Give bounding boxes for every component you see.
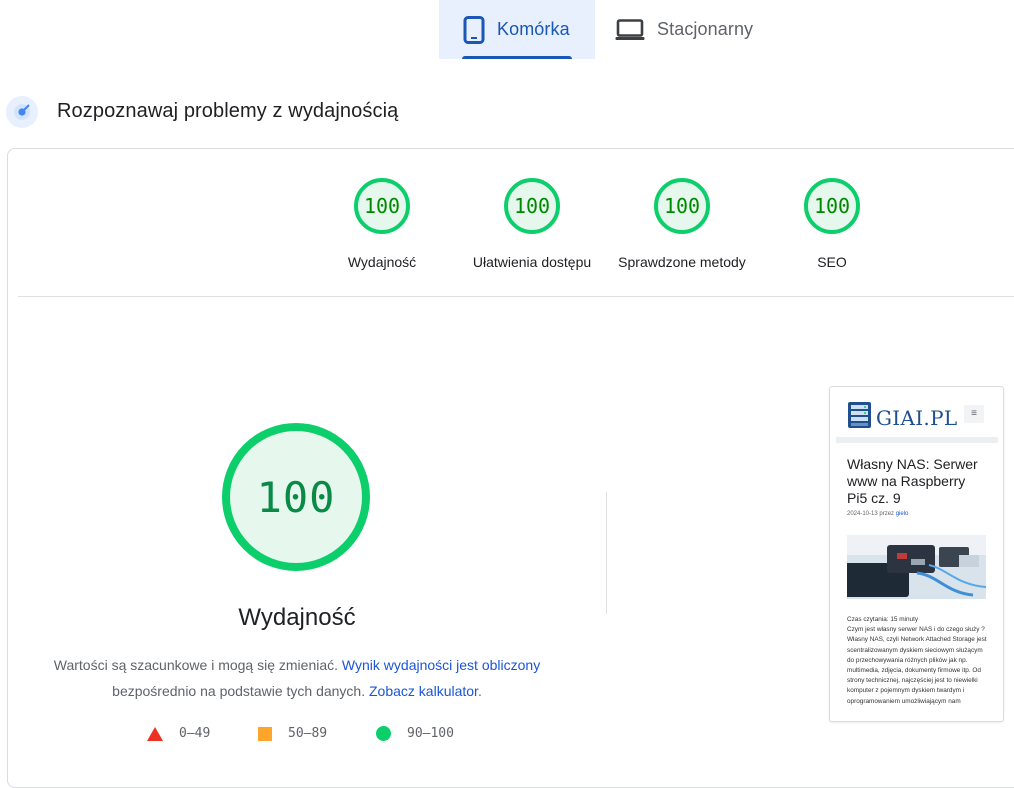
menu-icon: ≡ — [964, 405, 984, 423]
score-value: 100 — [363, 194, 401, 218]
legend-item-pass: 90–100 — [376, 726, 454, 741]
tab-desktop[interactable]: Stacjonarny — [595, 0, 765, 59]
score-value: 100 — [813, 194, 851, 218]
vertical-divider — [606, 492, 607, 614]
page-screenshot-preview[interactable]: GIAI.PL ≡ Własny NAS: Serwer www na Rasp… — [829, 386, 1004, 722]
average-square-icon — [258, 726, 272, 741]
score-value: 100 — [513, 194, 551, 218]
active-tab-indicator — [462, 56, 572, 59]
gauge-label: Wydajność — [347, 254, 417, 270]
legend-range: 50–89 — [288, 726, 328, 741]
calculator-link[interactable]: Zobacz kalkulator — [369, 683, 478, 699]
device-tabs: Komórka Stacjonarny — [439, 0, 765, 59]
post-date: 2024-10-13 przez — [847, 511, 895, 517]
section-title: Rozpoznawaj problemy z wydajnością — [57, 100, 399, 122]
excerpt-text: Czym jest własny serwer NAS i do czego s… — [847, 626, 987, 705]
score-ring: 100 — [804, 178, 860, 234]
site-name: GIAI.PL — [876, 405, 958, 430]
score-ring: 100 — [654, 178, 710, 234]
gauge-seo[interactable]: 100 SEO — [747, 178, 917, 270]
description-text: bezpośrednio na podstawie tych danych. — [112, 683, 369, 699]
performance-score-ring: 100 — [222, 423, 370, 571]
gauge-label: Sprawdzone metody — [618, 254, 746, 270]
tab-mobile-label: Komórka — [497, 19, 570, 39]
score-value: 100 — [663, 194, 701, 218]
post-excerpt: Czas czytania: 15 minuty Czym jest własn… — [847, 615, 991, 707]
site-logo: GIAI.PL — [847, 401, 957, 434]
pass-circle-icon — [376, 726, 391, 741]
header-band — [836, 437, 998, 443]
score-ring: 100 — [504, 178, 560, 234]
post-meta: 2024-10-13 przez gielo — [847, 511, 908, 517]
reading-time: Czas czytania: 15 minuty — [847, 616, 919, 623]
gauge-label: SEO — [817, 254, 847, 270]
divider — [18, 296, 1014, 297]
legend-range: 90–100 — [407, 726, 454, 741]
legend-range: 0–49 — [179, 726, 211, 741]
tab-desktop-label: Stacjonarny — [657, 19, 754, 39]
post-author: gielo — [895, 511, 909, 517]
performance-score-value: 100 — [256, 472, 336, 522]
score-ring: 100 — [354, 178, 410, 234]
server-logo-icon — [847, 401, 872, 434]
gauge-performance[interactable]: 100 Wydajność — [297, 178, 467, 270]
performance-description: Wartości są szacunkowe i mogą się zmieni… — [36, 652, 558, 704]
fail-triangle-icon — [147, 726, 163, 741]
description-text: Wartości są szacunkowe i mogą się zmieni… — [53, 657, 342, 673]
gauge-best-practices[interactable]: 100 Sprawdzone metody — [597, 178, 767, 270]
gauge-accessibility[interactable]: 100 Ułatwienia dostępu — [447, 178, 617, 270]
laptop-icon — [615, 18, 645, 41]
description-text: . — [477, 683, 482, 699]
category-gauges: 100 Wydajność 100 Ułatwienia dostępu 100… — [0, 178, 1014, 278]
lighthouse-icon — [6, 96, 38, 128]
gauge-label: Ułatwienia dostępu — [472, 254, 592, 270]
post-title: Własny NAS: Serwer www na Raspberry Pi5 … — [847, 456, 978, 506]
performance-title: Wydajność — [238, 604, 356, 631]
post-image — [847, 535, 986, 599]
score-legend: 0–49 50–89 90–100 — [0, 726, 594, 746]
score-calculation-link[interactable]: Wynik wydajności jest obliczony — [342, 657, 540, 673]
legend-item-average: 50–89 — [258, 726, 327, 741]
smartphone-icon — [463, 15, 485, 44]
tab-mobile[interactable]: Komórka — [439, 0, 595, 59]
legend-item-fail: 0–49 — [147, 726, 210, 741]
